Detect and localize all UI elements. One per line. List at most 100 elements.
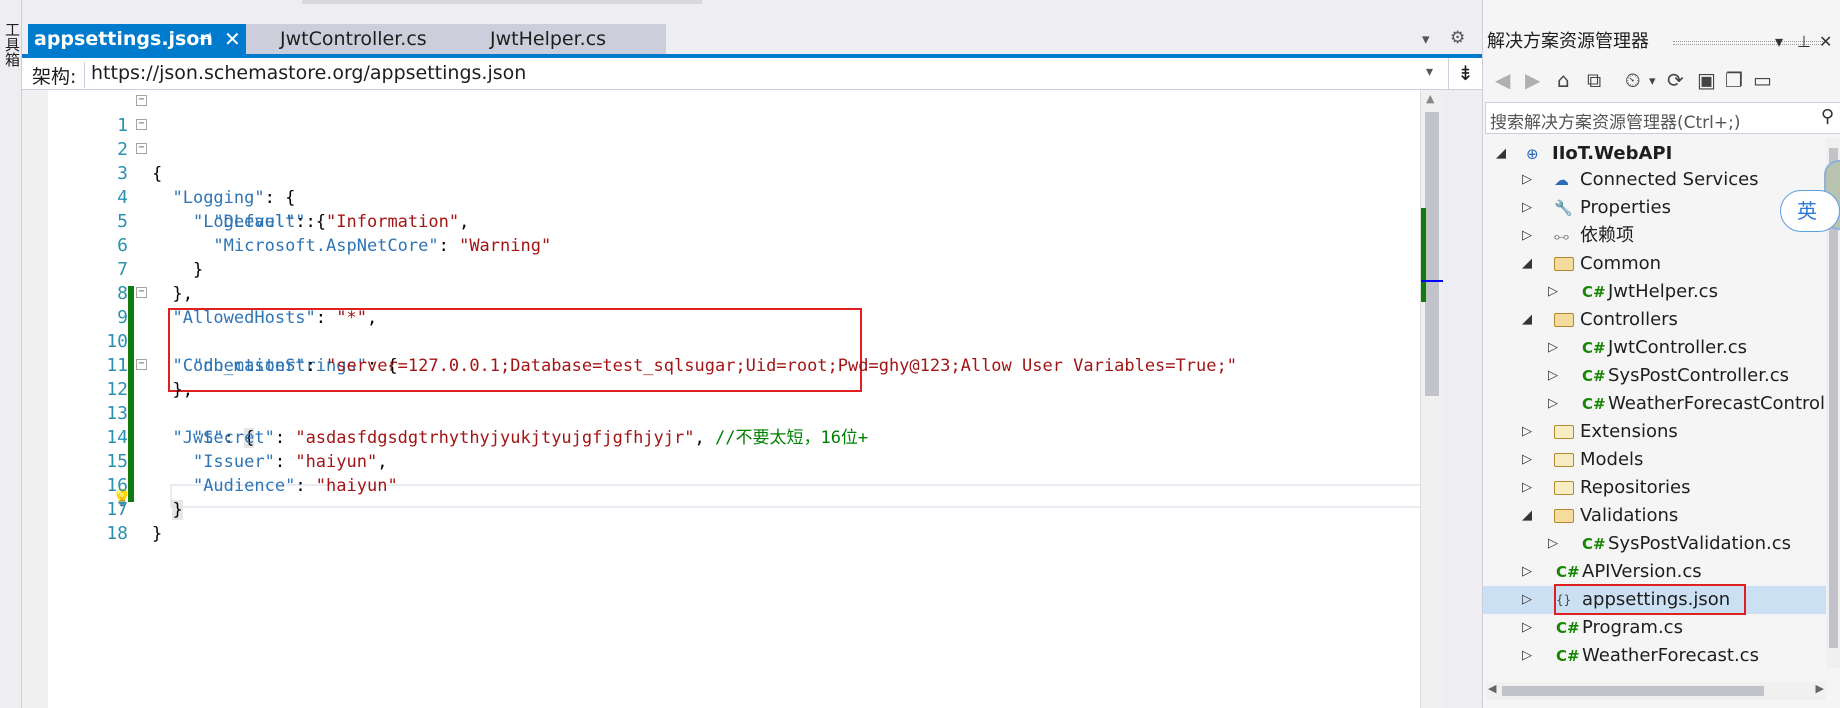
fold-toggle-icon[interactable]: − — [136, 143, 147, 154]
csharp-file-icon: C# — [1582, 395, 1606, 413]
solution-explorer-hscrollbar[interactable]: ◀ ▶ — [1486, 682, 1826, 700]
chevron-down-icon[interactable]: ▾ — [1649, 74, 1656, 89]
folder-open-icon — [1554, 306, 1574, 336]
toolbox-strip[interactable]: 工具箱 — [0, 0, 22, 708]
scroll-up-icon[interactable]: ▲ — [1426, 92, 1434, 105]
collapsed-arrow-icon[interactable]: ▷ — [1522, 642, 1532, 670]
tree-item-label: Controllers — [1580, 309, 1678, 330]
pin-icon[interactable]: ⊣ — [198, 24, 212, 54]
tab-label: appsettings.json — [34, 28, 213, 50]
scroll-right-icon[interactable]: ▶ — [1816, 682, 1824, 695]
schema-select[interactable]: https://json.schemastore.org/appsettings… — [84, 62, 1434, 88]
gear-icon[interactable]: ⚙ — [1450, 28, 1465, 48]
fold-toggle-icon[interactable]: − — [136, 119, 147, 130]
code-line: 3 − "LogLevel": { — [22, 138, 1442, 233]
change-marker — [1421, 208, 1426, 302]
pending-changes-filter-icon[interactable]: ⏲ — [1625, 68, 1641, 92]
collapsed-arrow-icon[interactable]: ▷ — [1522, 586, 1532, 614]
tree-item-label: Connected Services — [1580, 169, 1759, 190]
collapsed-arrow-icon[interactable]: ▷ — [1548, 390, 1558, 418]
fold-toggle-icon[interactable]: − — [136, 359, 147, 370]
folder-open-icon — [1554, 502, 1574, 532]
chevron-down-icon[interactable]: ▾ — [1426, 64, 1433, 80]
scroll-thumb[interactable] — [1425, 112, 1439, 396]
collapsed-arrow-icon[interactable]: ▷ — [1548, 334, 1558, 362]
properties-icon[interactable]: ▭ — [1753, 68, 1772, 92]
tree-item-label: Validations — [1580, 505, 1679, 526]
solution-explorer-title-bar: 解决方案资源管理器 ▾ ⊥ ✕ — [1483, 24, 1840, 60]
fold-toggle-icon[interactable]: − — [136, 95, 147, 106]
collapse-all-icon[interactable]: ▣ — [1697, 68, 1716, 92]
code-line: 8 "AllowedHosts": "*", — [22, 258, 1442, 328]
collapsed-arrow-icon[interactable]: ▷ — [1522, 474, 1532, 502]
csharp-file-icon: C# — [1582, 339, 1606, 357]
tab-jwthelper[interactable]: JwtHelper.cs — [454, 24, 666, 54]
code-line: 12 − "Jwt": { — [22, 354, 1442, 448]
tab-label: JwtHelper.cs — [490, 28, 607, 50]
collapsed-arrow-icon[interactable]: ▷ — [1548, 530, 1558, 558]
collapsed-arrow-icon[interactable]: ▷ — [1548, 362, 1558, 390]
tab-jwtcontroller[interactable]: JwtController.cs — [246, 24, 454, 54]
collapsed-arrow-icon[interactable]: ▷ — [1522, 222, 1532, 250]
code-editor[interactable]: 💡 1 − { 2 − "Logging": { 3 − "LogLevel":… — [22, 90, 1442, 708]
code-line: 1 − { — [22, 90, 1442, 185]
expanded-arrow-icon[interactable]: ◢ — [1522, 250, 1532, 278]
collapsed-arrow-icon[interactable]: ▷ — [1522, 614, 1532, 642]
home-icon[interactable]: ⌂ — [1557, 68, 1570, 92]
code-line: 10 "db_master": "server=127.0.0.1;Databa… — [22, 306, 1442, 376]
editor-scrollbar[interactable]: ▲ — [1420, 90, 1443, 708]
tree-item-label: WeatherForecast.cs — [1582, 645, 1759, 666]
search-placeholder: 搜索解决方案资源管理器(Ctrl+;) — [1490, 113, 1741, 133]
collapsed-arrow-icon[interactable]: ▷ — [1522, 166, 1532, 194]
tab-appsettings-json[interactable]: appsettings.json ⊣ ✕ — [28, 24, 246, 54]
tree-item-label: SysPostValidation.cs — [1608, 533, 1791, 554]
tree-item-label: Common — [1580, 253, 1662, 274]
code-line: 7 }, — [22, 234, 1442, 304]
ime-language-button[interactable]: 英 — [1780, 190, 1840, 232]
line-number: 18 — [106, 523, 128, 544]
forward-icon[interactable]: ▶ — [1525, 68, 1540, 92]
panel-title: 解决方案资源管理器 — [1487, 31, 1649, 52]
collapsed-arrow-icon[interactable]: ▷ — [1522, 418, 1532, 446]
dependencies-icon: ⧟ — [1554, 227, 1570, 245]
csharp-file-icon: C# — [1556, 619, 1580, 637]
code-line: 9 − "ConnectionStrings": { — [22, 282, 1442, 377]
scroll-left-icon[interactable]: ◀ — [1488, 682, 1496, 695]
tree-item-label: Models — [1580, 449, 1644, 470]
show-all-files-icon[interactable]: ❐ — [1725, 68, 1743, 92]
csharp-file-icon: C# — [1582, 367, 1606, 385]
split-editor-icon[interactable]: ⇟ — [1448, 58, 1482, 90]
back-icon[interactable]: ◀ — [1495, 68, 1510, 92]
csharp-file-icon: C# — [1556, 563, 1580, 581]
collapsed-arrow-icon[interactable]: ▷ — [1522, 194, 1532, 222]
close-icon[interactable]: ✕ — [1819, 24, 1832, 60]
chevron-down-icon[interactable]: ▾ — [1775, 24, 1783, 60]
appsettings-highlight-box — [1554, 584, 1746, 615]
tree-item-label: Extensions — [1580, 421, 1678, 442]
expanded-arrow-icon[interactable]: ◢ — [1496, 140, 1506, 168]
pin-icon[interactable]: ⊥ — [1797, 24, 1811, 60]
code-line: 11 }, — [22, 330, 1442, 400]
csharp-file-icon: C# — [1582, 535, 1606, 553]
collapsed-arrow-icon[interactable]: ▷ — [1522, 558, 1532, 586]
expanded-arrow-icon[interactable]: ◢ — [1522, 502, 1532, 530]
switch-views-icon[interactable]: ⧉ — [1587, 68, 1601, 92]
csharp-file-icon: C# — [1556, 647, 1580, 665]
tree-item-label: Properties — [1580, 197, 1671, 218]
expanded-arrow-icon[interactable]: ◢ — [1522, 306, 1532, 334]
collapsed-arrow-icon[interactable]: ▷ — [1548, 278, 1558, 306]
solution-search-input[interactable]: 搜索解决方案资源管理器(Ctrl+;) ⚲ — [1485, 102, 1840, 134]
tree-item-label: Repositories — [1580, 477, 1691, 498]
collapsed-arrow-icon[interactable]: ▷ — [1522, 446, 1532, 474]
search-icon[interactable]: ⚲ — [1821, 106, 1834, 127]
tree-item-label: Program.cs — [1582, 617, 1683, 638]
code-line: 14 "Issuer": "haiyun", — [22, 402, 1442, 472]
fold-toggle-icon[interactable]: − — [136, 287, 147, 298]
tree-item-label: 依赖项 — [1580, 225, 1634, 246]
toolbox-label[interactable]: 工具箱 — [2, 22, 23, 67]
csharp-file-icon: C# — [1582, 283, 1606, 301]
tab-overflow-dropdown-icon[interactable]: ▾ — [1422, 30, 1430, 48]
close-icon[interactable]: ✕ — [224, 24, 241, 54]
refresh-icon[interactable]: ⟳ — [1667, 68, 1684, 92]
scroll-thumb[interactable] — [1502, 686, 1764, 696]
